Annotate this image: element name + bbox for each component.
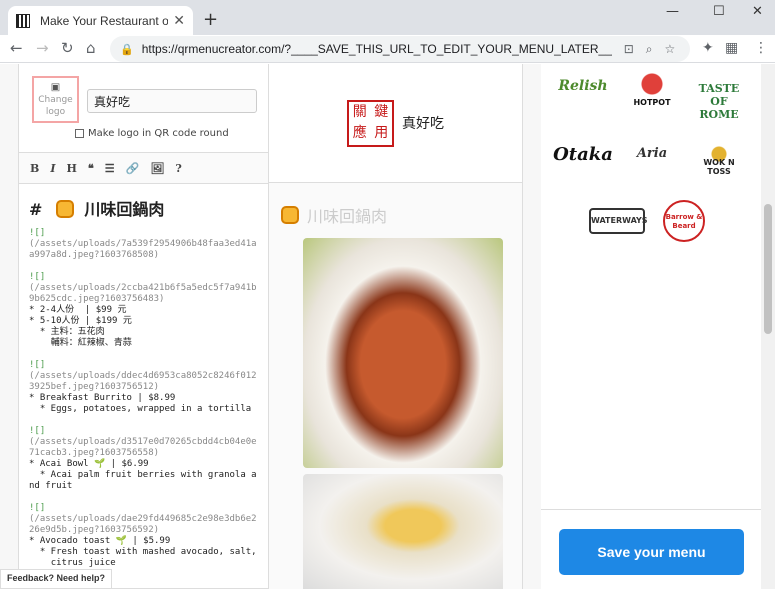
home-icon[interactable]: ⌂ [86,39,96,57]
brand-logo-waterways: WATERWAYS [589,208,648,234]
image-button[interactable]: 🖼 [150,162,164,175]
tab-title: Make Your Restaurant or Bar M [40,13,168,28]
round-logo-option[interactable]: Make logo in QR code round [75,128,229,139]
bookmark-star-icon[interactable]: ☆ [665,42,676,56]
change-logo-button[interactable]: ▣ Change logo [32,76,79,123]
brand-logo-otaka: Otaka [553,144,613,165]
brand-logo-barrow-and-beard: Barrow & Beard [663,200,705,242]
feedback-button[interactable]: Feedback? Need help? [0,569,113,589]
preview-header: 關鍵 應用 真好吃 [269,64,522,183]
logo-settings: ▣ Change logo 真好吃 Make logo in QR code r… [19,64,268,152]
save-panel: Save your menu [541,509,761,589]
translate-icon[interactable]: ⊡ [624,42,634,56]
menu-preview: 關鍵 應用 真好吃 川味回鍋肉 [269,64,523,589]
markdown-block: ![] (/assets/uploads/2ccba421b6f5a5edc5f… [29,272,257,348]
markdown-block: ![] (/assets/uploads/7a539f2954906b48faa… [29,228,257,260]
maximize-icon[interactable]: ☐ [713,4,725,19]
round-logo-checkbox[interactable] [75,129,84,138]
menu-kebab-icon[interactable]: ⋮ [754,40,768,56]
browser-tab[interactable]: Make Your Restaurant or Bar M ✕ [8,6,193,35]
extensions-icon[interactable]: ✦ [702,40,714,56]
close-tab-icon[interactable]: ✕ [173,13,185,29]
heading-button[interactable]: H [66,162,76,175]
round-logo-label: Make logo in QR code round [88,128,229,139]
customer-logos-sidebar: Relish HOTPOT TASTE OF ROME Otaka Aria W… [541,64,761,589]
close-window-icon[interactable]: ✕ [752,4,763,19]
url-text[interactable]: https://qrmenucreator.com/?____SAVE_THIS… [142,42,612,56]
list-button[interactable]: ☰ [105,162,115,175]
address-bar[interactable]: 🔒 https://qrmenucreator.com/?____SAVE_TH… [110,36,690,62]
pancake-emoji-icon [281,206,299,224]
save-menu-button[interactable]: Save your menu [559,529,744,575]
markdown-block: ![] (/assets/uploads/d3517e0d70265cbdd4c… [29,426,257,491]
upload-image-icon: ▣ [50,81,61,93]
brand-logo-hotpot: HOTPOT [629,70,675,110]
page-scrollbar[interactable] [761,64,775,589]
pancake-emoji-icon [56,200,75,218]
twice-cooked-pork-photo [303,238,503,468]
quote-button[interactable]: ❝ [88,162,94,175]
qr-favicon-icon [16,13,30,28]
reload-icon[interactable]: ↻ [61,39,74,57]
zoom-icon[interactable]: ⌕ [646,42,653,57]
browser-tab-bar: Make Your Restaurant or Bar M ✕ + — ☐ ✕ [0,0,775,35]
italic-button[interactable]: I [50,162,55,175]
new-tab-icon[interactable]: + [203,9,218,30]
markdown-block: ![] (/assets/uploads/ddec4d6953ca8052c82… [29,360,257,414]
markdown-toolbar: B I H ❝ ☰ 🔗 🖼 ? [19,152,268,184]
bold-button[interactable]: B [30,162,39,175]
browser-toolbar: ← → ↻ ⌂ 🔒 https://qrmenucreator.com/?___… [0,35,775,63]
back-icon[interactable]: ← [10,39,23,57]
scrollbar-thumb[interactable] [764,204,772,334]
menu-editor: ▣ Change logo 真好吃 Make logo in QR code r… [18,64,269,589]
preview-restaurant-name: 真好吃 [402,116,444,132]
link-button[interactable]: 🔗 [126,162,140,175]
markdown-heading: # 川味回鍋肉 [29,199,165,219]
preview-dish-heading: 川味回鍋肉 [269,183,522,227]
minimize-icon[interactable]: — [666,4,679,19]
profile-icon[interactable]: ▦ [725,40,738,56]
restaurant-logo-seal: 關鍵 應用 [347,99,394,147]
help-button[interactable]: ? [175,162,181,175]
forward-icon[interactable]: → [36,39,49,57]
brand-logo-relish: Relish [558,78,608,94]
restaurant-name-input[interactable]: 真好吃 [87,89,257,113]
brand-logo-wok-n-toss: WOK N TOSS [691,146,747,176]
brand-logo-aria: Aria [636,146,668,161]
markdown-block: ![] (/assets/uploads/dae29fd449685c2e98e… [29,503,257,568]
page-content: ▣ Change logo 真好吃 Make logo in QR code r… [0,64,775,589]
brand-logo-taste-of-rome: TASTE OF ROME [698,82,740,121]
eggs-benedict-photo [303,474,503,589]
lock-icon: 🔒 [120,42,134,56]
markdown-textarea[interactable]: # 川味回鍋肉 ![] (/assets/uploads/7a539f29549… [19,184,268,569]
change-logo-label: Change logo [38,94,73,117]
